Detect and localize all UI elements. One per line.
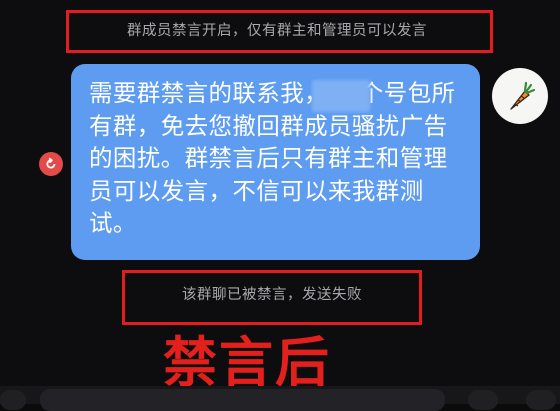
retry-arrow-icon [46,157,56,169]
more-button[interactable] [526,390,556,410]
message-bubble[interactable]: 需要群禁言的联系我， 一个号包所有群，免去您撤回群成员骚扰广告的困扰。群禁言后只… [71,64,480,260]
chat-window: 群成员禁言开启，仅有群主和管理员可以发言 需要群禁言的联系我， 一个号包所有群，… [0,0,560,411]
voice-button[interactable] [0,390,26,410]
message-text: 需要群禁言的联系我， 一个号包所有群，免去您撤回群成员骚扰广告的困扰。群禁言后只… [89,79,456,237]
carrot-icon [510,81,536,110]
system-notice: 群成员禁言开启，仅有群主和管理员可以发言 [127,23,427,39]
message-input[interactable] [40,389,445,411]
emoji-button[interactable] [468,390,498,410]
avatar[interactable] [492,68,548,124]
send-failed-notice: 该群聊已被禁言，发送失败 [182,287,362,303]
resend-icon[interactable] [39,152,63,176]
redaction-blur [312,80,370,112]
